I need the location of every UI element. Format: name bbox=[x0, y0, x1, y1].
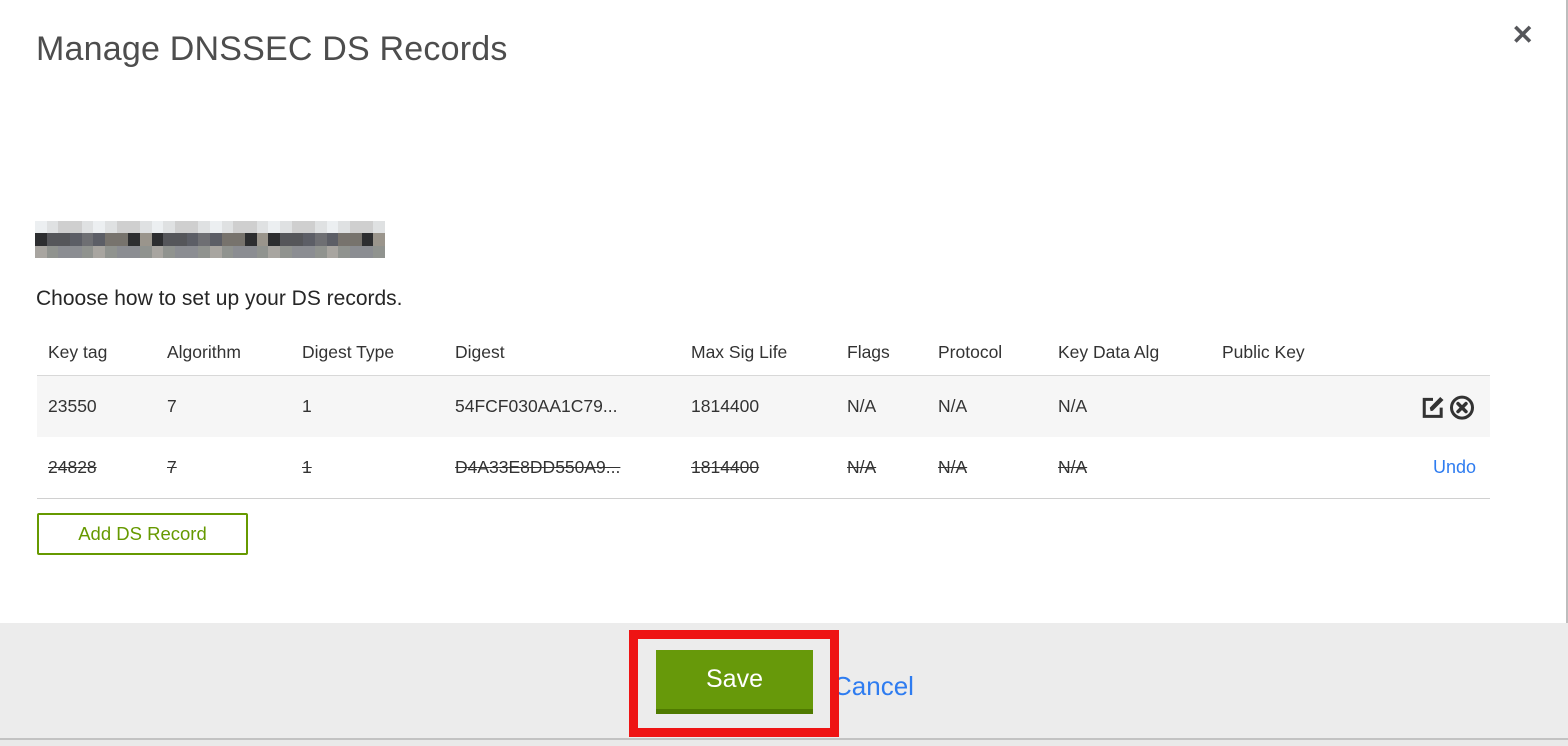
undo-link[interactable]: Undo bbox=[1433, 457, 1476, 478]
cell-protocol: N/A bbox=[938, 457, 968, 477]
edit-icon bbox=[1422, 396, 1444, 418]
cell-digest: 54FCF030AA1C79... bbox=[455, 396, 618, 416]
table-row-deleted: 24828 7 1 D4A33E8DD550A9... 1814400 N/A … bbox=[37, 437, 1490, 499]
cell-key-data-alg: N/A bbox=[1058, 396, 1088, 416]
page-title: Manage DNSSEC DS Records bbox=[36, 30, 508, 68]
column-header-digest: Digest bbox=[455, 342, 505, 362]
column-header-digest-type: Digest Type bbox=[302, 342, 395, 362]
ds-records-table: Key tag Algorithm Digest Type Digest Max… bbox=[37, 330, 1490, 499]
column-header-max-sig-life: Max Sig Life bbox=[691, 342, 788, 362]
delete-record-button[interactable] bbox=[1448, 393, 1476, 421]
table-row: 23550 7 1 54FCF030AA1C79... 1814400 N/A … bbox=[37, 375, 1490, 437]
cell-flags: N/A bbox=[847, 457, 877, 477]
close-icon[interactable]: ✕ bbox=[1511, 22, 1534, 49]
footer-bottom-strip bbox=[0, 740, 1568, 746]
redacted-domain-name bbox=[35, 221, 385, 258]
column-header-flags: Flags bbox=[847, 342, 890, 362]
cell-max-sig-life: 1814400 bbox=[691, 396, 760, 416]
cell-digest-type: 1 bbox=[302, 457, 312, 477]
intro-text: Choose how to set up your DS records. bbox=[36, 287, 403, 310]
column-header-key-tag: Key tag bbox=[48, 342, 108, 362]
row-actions: Undo bbox=[1362, 457, 1490, 478]
column-header-key-data-alg: Key Data Alg bbox=[1058, 342, 1160, 362]
cell-digest-type: 1 bbox=[302, 396, 312, 416]
save-button[interactable]: Save bbox=[656, 650, 813, 714]
column-header-protocol: Protocol bbox=[938, 342, 1003, 362]
cell-key-tag: 23550 bbox=[48, 396, 97, 416]
cell-algorithm: 7 bbox=[167, 457, 177, 477]
row-actions bbox=[1362, 393, 1490, 421]
table-header-row: Key tag Algorithm Digest Type Digest Max… bbox=[37, 330, 1490, 375]
cell-key-tag: 24828 bbox=[48, 457, 97, 477]
cancel-link[interactable]: Cancel bbox=[833, 671, 914, 702]
edit-record-button[interactable] bbox=[1419, 393, 1447, 421]
column-header-public-key: Public Key bbox=[1222, 342, 1305, 362]
column-header-algorithm: Algorithm bbox=[167, 342, 241, 362]
cell-protocol: N/A bbox=[938, 396, 968, 416]
add-ds-record-button[interactable]: Add DS Record bbox=[37, 513, 248, 555]
circle-x-icon bbox=[1449, 395, 1475, 420]
cell-algorithm: 7 bbox=[167, 396, 177, 416]
cell-max-sig-life: 1814400 bbox=[691, 457, 760, 477]
cell-flags: N/A bbox=[847, 396, 877, 416]
cell-key-data-alg: N/A bbox=[1058, 457, 1088, 477]
cell-digest: D4A33E8DD550A9... bbox=[455, 457, 621, 477]
